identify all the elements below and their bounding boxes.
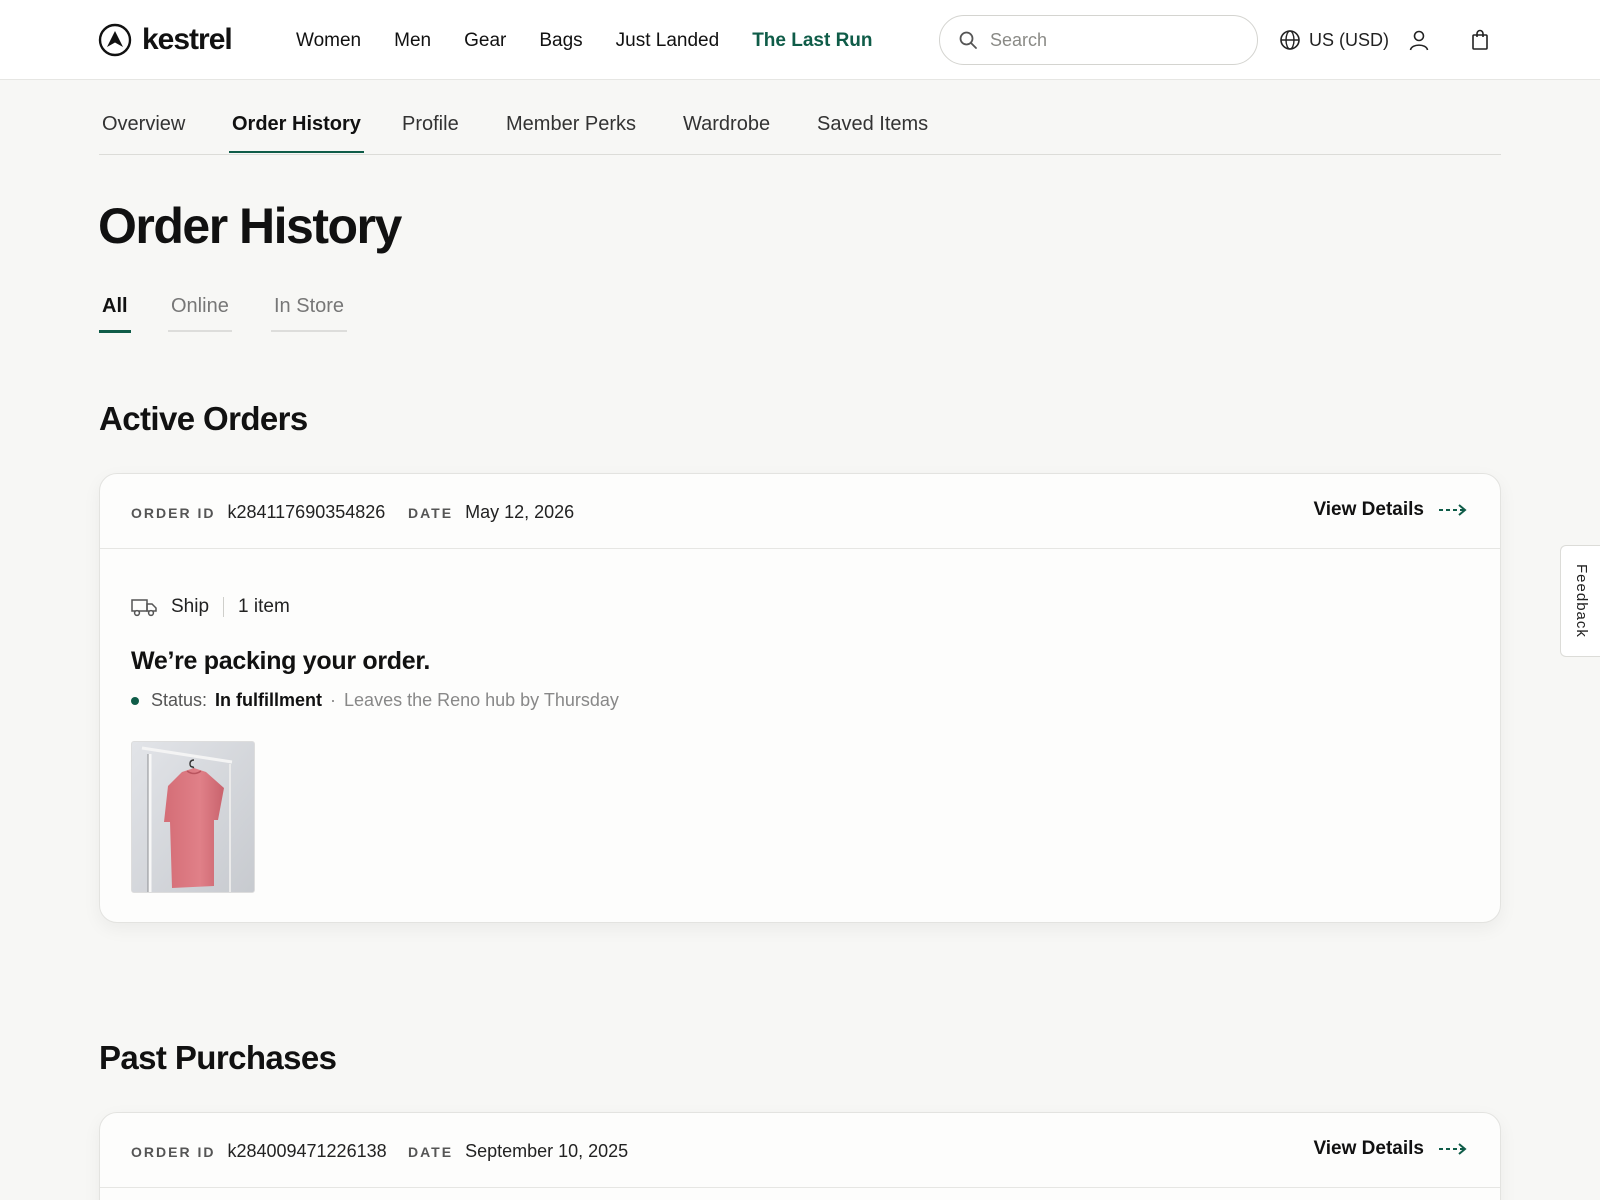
- tab-order-history[interactable]: Order History: [229, 111, 364, 153]
- site-header: kestrel Women Men Gear Bags Just Landed …: [0, 0, 1600, 80]
- nav-item-gear[interactable]: Gear: [464, 28, 506, 54]
- tab-saved-items[interactable]: Saved Items: [817, 111, 928, 151]
- product-thumbnail[interactable]: [131, 741, 255, 893]
- active-order-card: ORDER ID k284117690354826 DATE May 12, 2…: [99, 473, 1501, 923]
- filter-tab-all[interactable]: All: [99, 294, 131, 333]
- filter-tab-online[interactable]: Online: [168, 294, 232, 332]
- view-details-button[interactable]: View Details: [1313, 1138, 1468, 1160]
- feedback-label: Feedback: [1573, 564, 1590, 638]
- brand-logo[interactable]: kestrel: [98, 22, 233, 58]
- region-label: US (USD): [1309, 29, 1389, 50]
- past-purchases-heading: Past Purchases: [99, 1039, 337, 1076]
- order-id: ORDER ID k284117690354826: [131, 502, 385, 523]
- order-date-value: September 10, 2025: [465, 1141, 629, 1161]
- fulfillment-method: Ship: [171, 596, 210, 617]
- globe-icon: [1280, 30, 1300, 50]
- account-button[interactable]: [1405, 26, 1433, 54]
- region-selector[interactable]: US (USD): [1279, 27, 1389, 53]
- past-order-card: ORDER ID k284009471226138 DATE September…: [99, 1112, 1501, 1200]
- tab-wardrobe[interactable]: Wardrobe: [683, 111, 770, 151]
- kestrel-logo-icon: [98, 23, 132, 57]
- order-id-value: k284009471226138: [227, 1141, 387, 1161]
- brand-name: kestrel: [142, 23, 233, 56]
- status-dot-icon: [131, 696, 139, 705]
- view-details-label: View Details: [1313, 499, 1424, 520]
- order-id-label: ORDER ID: [131, 505, 216, 521]
- order-status-message: We’re packing your order.: [131, 647, 431, 675]
- nav-item-women[interactable]: Women: [296, 28, 361, 54]
- delivery-truck-icon: [131, 599, 157, 617]
- order-id: ORDER ID k284009471226138: [131, 1141, 387, 1162]
- view-details-button[interactable]: View Details: [1313, 499, 1468, 521]
- order-date-value: May 12, 2026: [465, 502, 575, 522]
- nav-item-just-landed[interactable]: Just Landed: [616, 28, 720, 54]
- order-status-line: Status: In fulfillment · Leaves the Reno…: [131, 690, 619, 711]
- main-nav: Women Men Gear Bags Just Landed The Last…: [296, 28, 906, 54]
- search-box[interactable]: [939, 15, 1258, 65]
- dashed-arrow-right-icon: [1439, 1143, 1467, 1155]
- tab-overview[interactable]: Overview: [102, 111, 185, 151]
- account-icon: [1409, 30, 1429, 51]
- order-date: DATE September 10, 2025: [408, 1141, 628, 1162]
- order-card-header: ORDER ID k284117690354826 DATE May 12, 2…: [100, 474, 1500, 549]
- nav-item-bags[interactable]: Bags: [539, 28, 582, 54]
- tab-profile[interactable]: Profile: [402, 111, 459, 151]
- shopping-bag-icon: [1472, 29, 1488, 50]
- dashed-arrow-right-icon: [1439, 504, 1467, 516]
- view-details-label: View Details: [1313, 1138, 1424, 1159]
- item-count: 1 item: [238, 596, 290, 617]
- search-icon: [959, 31, 977, 49]
- order-id-value: k284117690354826: [227, 502, 386, 522]
- filter-tab-in-store[interactable]: In Store: [271, 294, 348, 332]
- tab-member-perks[interactable]: Member Perks: [506, 111, 636, 151]
- order-card-header: ORDER ID k284009471226138 DATE September…: [100, 1113, 1500, 1188]
- page-title: Order History: [98, 198, 402, 254]
- divider: [223, 597, 225, 617]
- status-note: Leaves the Reno hub by Thursday: [344, 690, 619, 710]
- order-card-body: Ship 1 item We’re packing your order. St…: [100, 549, 1500, 922]
- order-id-label: ORDER ID: [131, 1144, 216, 1160]
- cart-button[interactable]: [1466, 26, 1494, 54]
- active-orders-heading: Active Orders: [99, 400, 308, 437]
- status-separator: ·: [330, 690, 337, 710]
- account-nav: Overview Order History Profile Member Pe…: [99, 108, 1501, 155]
- feedback-tab[interactable]: Feedback: [1560, 545, 1600, 657]
- order-date-label: DATE: [408, 505, 454, 521]
- nav-item-the-last-run[interactable]: The Last Run: [752, 28, 872, 54]
- fulfillment-row: Ship 1 item: [131, 596, 290, 618]
- search-input[interactable]: [990, 29, 1240, 51]
- nav-item-men[interactable]: Men: [394, 28, 431, 54]
- order-date-label: DATE: [408, 1144, 454, 1160]
- order-date: DATE May 12, 2026: [408, 502, 574, 523]
- status-value: In fulfillment: [215, 690, 323, 710]
- pink-tshirt-on-rack-image: [132, 742, 254, 892]
- status-label: Status:: [151, 690, 208, 710]
